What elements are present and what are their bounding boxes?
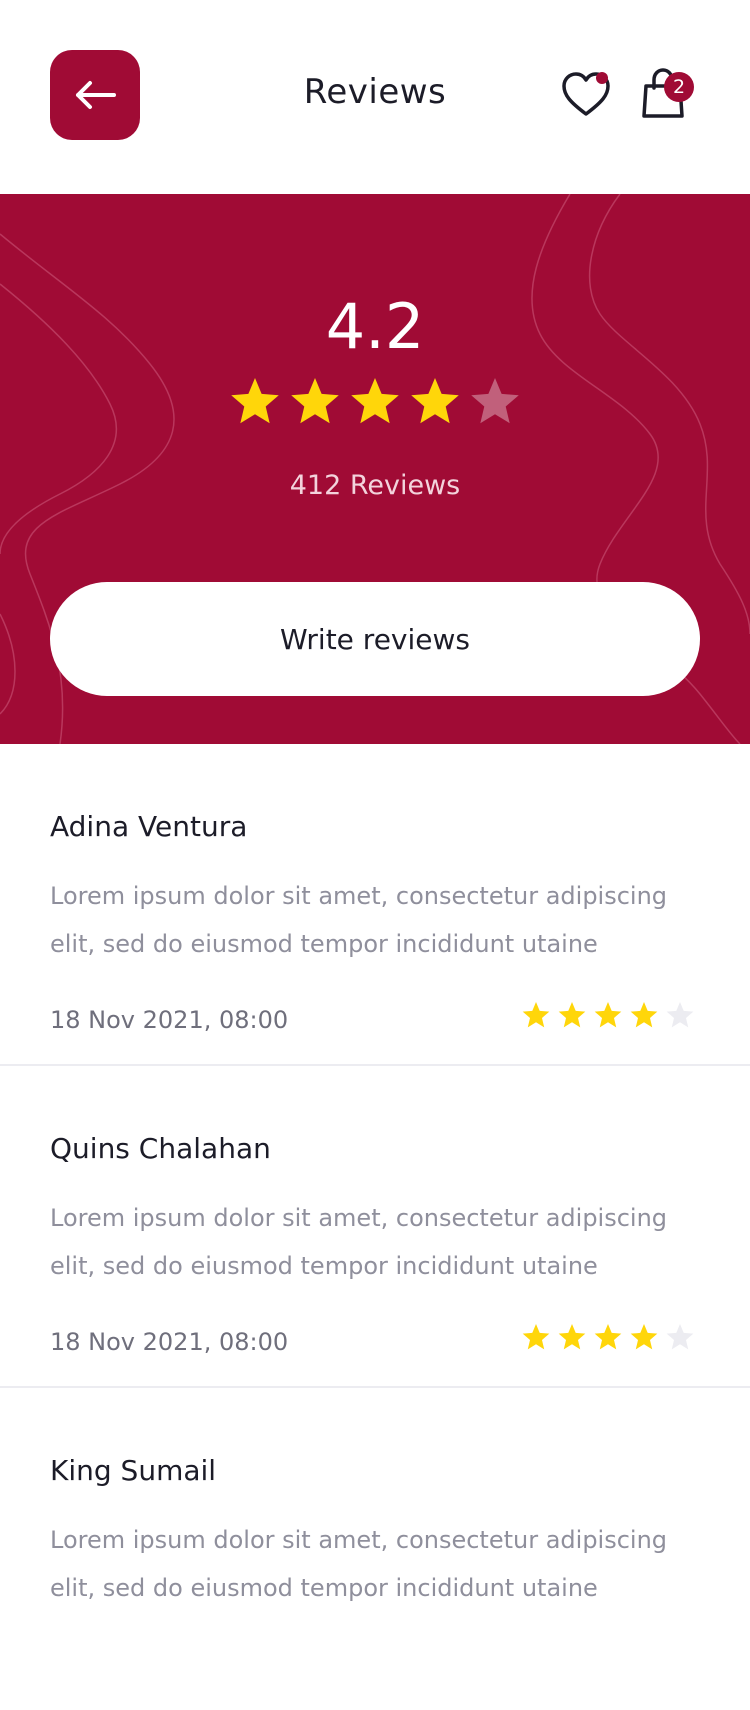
review-item: Adina Ventura Lorem ipsum dolor sit amet,… [0, 744, 750, 1066]
review-item: Quins Chalahan Lorem ipsum dolor sit amet… [0, 1066, 750, 1388]
review-date: 18 Nov 2021, 08:00 [50, 1328, 289, 1356]
top-bar: Reviews 2 [0, 0, 750, 194]
star-filled-icon [231, 378, 279, 424]
star-filled-icon [558, 1002, 586, 1028]
cart-button[interactable]: 2 [640, 66, 696, 122]
review-rating-stars [522, 1002, 694, 1028]
review-list: Adina Ventura Lorem ipsum dolor sit amet,… [0, 744, 750, 1710]
write-review-button[interactable]: Write reviews [50, 582, 700, 696]
star-filled-icon [291, 378, 339, 424]
wishlist-button[interactable] [560, 70, 612, 120]
star-filled-icon [594, 1002, 622, 1028]
reviewer-name: Quins Chalahan [50, 1132, 271, 1165]
review-text: Lorem ipsum dolor sit amet, consectetur … [50, 1526, 668, 1602]
review-date: 18 Nov 2021, 08:00 [50, 1006, 289, 1034]
star-empty-icon [666, 1324, 694, 1350]
review-text: Lorem ipsum dolor sit amet, consectetur … [50, 882, 668, 958]
cart-count-badge: 2 [664, 72, 694, 102]
reviewer-name: Adina Ventura [50, 810, 248, 843]
star-filled-icon [411, 378, 459, 424]
rating-stars [231, 378, 519, 424]
page-title: Reviews [303, 72, 447, 112]
reviewer-name: King Sumail [50, 1454, 217, 1487]
review-item: King Sumail Lorem ipsum dolor sit amet, c… [0, 1388, 750, 1710]
star-filled-icon [594, 1324, 622, 1350]
average-rating: 4.2 [325, 290, 425, 363]
star-filled-icon [558, 1324, 586, 1350]
star-filled-icon [351, 378, 399, 424]
star-filled-icon [522, 1324, 550, 1350]
star-filled-icon [522, 1002, 550, 1028]
notification-dot [596, 72, 608, 84]
review-rating-stars [522, 1644, 702, 1674]
review-count: 412 Reviews [289, 470, 461, 501]
review-rating-stars [522, 1324, 694, 1350]
star-filled-icon [630, 1002, 658, 1028]
rating-summary-panel: 4.2 412 Reviews Write reviews [0, 194, 750, 744]
star-filled-icon [630, 1324, 658, 1350]
star-empty-icon [666, 1002, 694, 1028]
star-empty-icon [471, 378, 519, 424]
review-text: Lorem ipsum dolor sit amet, consectetur … [50, 1204, 668, 1280]
